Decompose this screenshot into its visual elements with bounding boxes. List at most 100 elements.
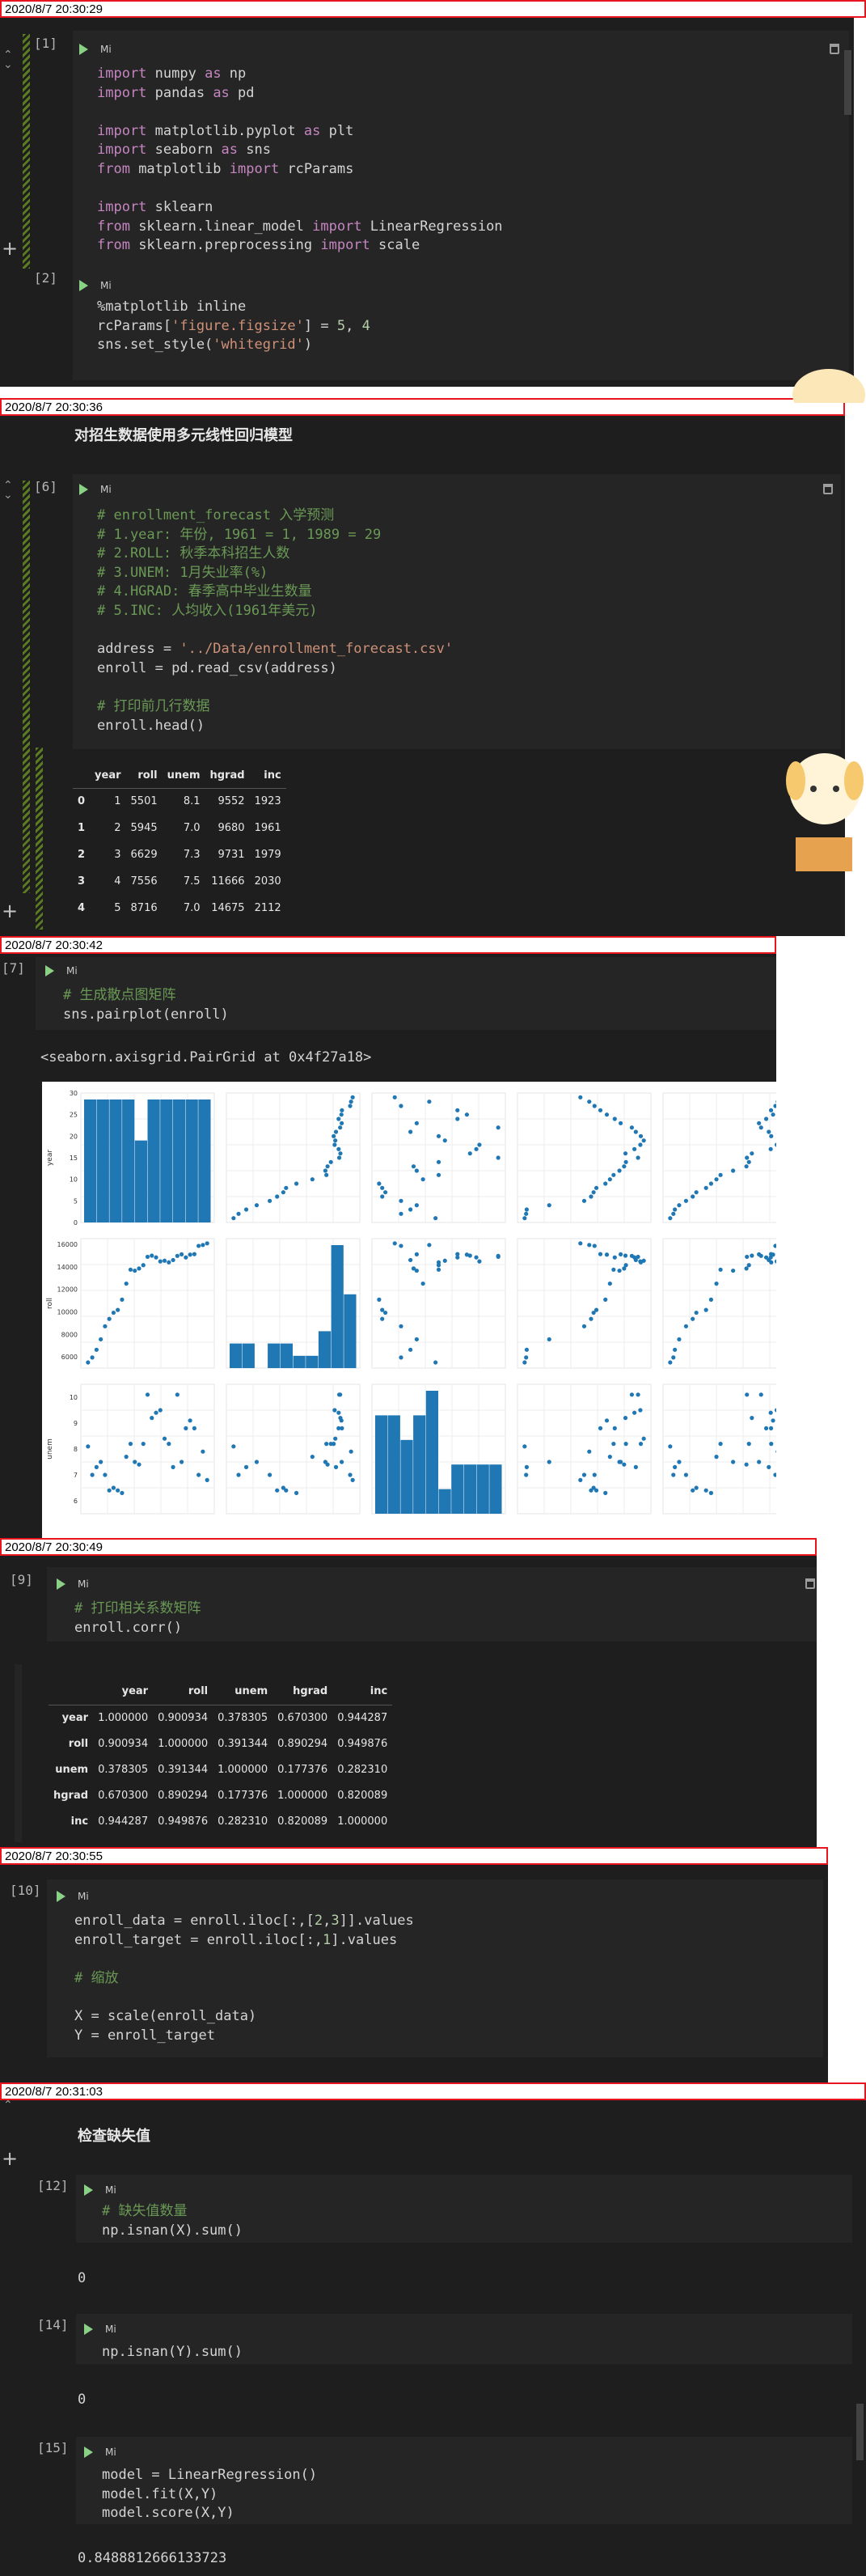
- code-editor[interactable]: import numpy as np import pandas as pd i…: [97, 65, 503, 256]
- scatter-point: [768, 1252, 774, 1256]
- column-header: unem: [234, 1685, 268, 1698]
- run-cell-icon[interactable]: [84, 2324, 93, 2335]
- table-cell: 0.378305: [218, 1711, 268, 1724]
- run-cell-icon[interactable]: [79, 44, 88, 55]
- chevron-down-icon[interactable]: ⌄: [3, 59, 13, 70]
- scatter-point: [758, 1125, 763, 1130]
- add-cell-icon[interactable]: +: [2, 2149, 18, 2168]
- column-header: hgrad: [209, 769, 245, 782]
- scatter-point: [547, 1460, 551, 1464]
- scatter-point: [310, 1455, 315, 1460]
- scatter-point: [333, 1129, 339, 1134]
- code-editor[interactable]: enroll_data = enroll.iloc[:,[2,3]].value…: [74, 1912, 414, 2045]
- table-cell: 0.890294: [158, 1789, 209, 1802]
- scatter-point: [154, 1410, 158, 1415]
- table-row: roll 0.900934 1.000000 0.391344 0.890294 0.94…: [49, 1731, 392, 1756]
- scatter-point: [708, 1297, 713, 1302]
- table-cell: 7.5: [183, 875, 201, 888]
- scrollbar[interactable]: [856, 2404, 864, 2460]
- row-index: inc: [70, 1815, 89, 1828]
- pairplot-panel: [371, 1092, 506, 1223]
- scatter-point: [128, 1267, 133, 1272]
- scatter-point: [414, 1252, 419, 1256]
- scatter-point: [638, 1133, 644, 1138]
- table-cell: 0.949876: [337, 1737, 388, 1750]
- scatter-point: [750, 1416, 754, 1421]
- cell-output: 0: [78, 2270, 87, 2286]
- run-cell-icon[interactable]: [45, 965, 54, 977]
- table-cell: 0.900934: [98, 1737, 149, 1750]
- scatter-point: [392, 1095, 397, 1099]
- scatter-point: [744, 1266, 749, 1271]
- scatter-point: [111, 1310, 116, 1316]
- table-cell: 9552: [218, 795, 245, 808]
- run-cell-icon[interactable]: [79, 484, 88, 495]
- add-cell-icon[interactable]: +: [2, 901, 18, 921]
- y-tick-label: 10000: [57, 1308, 78, 1316]
- run-cell-icon[interactable]: [79, 280, 88, 291]
- scatter-point: [587, 1243, 592, 1248]
- run-cell-icon[interactable]: [57, 1891, 65, 1902]
- scatter-point: [744, 1462, 749, 1467]
- run-cell-icon[interactable]: [84, 2447, 93, 2458]
- scatter-point: [618, 1252, 623, 1256]
- histogram-bar: [463, 1464, 477, 1514]
- scatter-point: [436, 1267, 441, 1272]
- scatter-point: [694, 1485, 699, 1490]
- scatter-point: [284, 1185, 289, 1190]
- chevron-up-icon[interactable]: ⌃: [3, 2100, 13, 2111]
- scatter-point: [636, 1155, 640, 1160]
- run-cell-icon[interactable]: [57, 1578, 65, 1590]
- scatter-point: [622, 1462, 627, 1467]
- scatter-point: [604, 1112, 610, 1117]
- chevron-down-icon[interactable]: ⌄: [3, 489, 13, 501]
- scatter-point: [455, 1116, 460, 1121]
- scatter-point: [718, 1267, 723, 1272]
- scatter-point: [325, 1164, 330, 1169]
- scatter-point: [323, 1168, 327, 1173]
- table-cell: 0.391344: [218, 1737, 268, 1750]
- code-editor[interactable]: %matplotlib inline rcParams['figure.figs…: [97, 298, 370, 355]
- histogram-bar: [400, 1439, 413, 1514]
- delete-cell-icon[interactable]: [823, 484, 833, 494]
- delete-cell-icon[interactable]: [805, 1578, 815, 1589]
- code-editor[interactable]: # enrollment_forecast 入学预测 # 1.year: 年份,…: [97, 506, 453, 735]
- timestamp-bar: 2020/8/7 20:30:49: [0, 1538, 817, 1556]
- scatter-point: [436, 1133, 441, 1138]
- code-editor[interactable]: model = LinearRegression() model.fit(X,Y…: [102, 2466, 317, 2523]
- scatter-point: [671, 1355, 676, 1360]
- table-cell: 1: [114, 795, 121, 808]
- y-tick-label: 25: [70, 1112, 78, 1119]
- table-row: 1 2 5945 7.0 9680 1961: [73, 815, 286, 841]
- scatter-point: [348, 1104, 353, 1108]
- scrollbar[interactable]: [844, 50, 851, 115]
- scatter-point: [633, 1129, 638, 1134]
- code-editor[interactable]: # 打印相关系数矩阵 enroll.corr(): [74, 1599, 201, 1638]
- add-cell-icon[interactable]: +: [2, 239, 18, 258]
- scatter-point: [340, 1108, 344, 1112]
- notebook-panel-3: [7] Mi # 生成散点图矩阵 sns.pairplot(enroll) <s…: [0, 954, 776, 1538]
- scatter-point: [607, 1177, 612, 1182]
- table-cell: 0.391344: [158, 1763, 209, 1776]
- scatter-point: [708, 1181, 713, 1186]
- scatter-point: [380, 1194, 385, 1199]
- code-editor[interactable]: # 生成散点图矩阵 sns.pairplot(enroll): [63, 986, 229, 1024]
- scatter-point: [641, 1436, 646, 1441]
- scatter-point: [414, 1203, 419, 1208]
- scatter-point: [145, 1254, 150, 1260]
- scatter-point: [524, 1355, 529, 1360]
- scatter-point: [746, 1159, 751, 1164]
- row-index: roll: [68, 1737, 89, 1750]
- scatter-point: [433, 1360, 438, 1365]
- delete-cell-icon[interactable]: [830, 44, 839, 54]
- scatter-point: [771, 1112, 775, 1117]
- scatter-point: [188, 1418, 192, 1423]
- code-editor[interactable]: np.isnan(Y).sum(): [102, 2343, 243, 2362]
- row-index: 0: [78, 795, 86, 808]
- scatter-point: [763, 1255, 769, 1260]
- code-editor[interactable]: # 缺失值数量 np.isnan(X).sum(): [102, 2202, 243, 2240]
- scatter-point: [612, 1255, 617, 1260]
- run-cell-icon[interactable]: [84, 2184, 93, 2196]
- scatter-point: [594, 1488, 599, 1493]
- scatter-point: [638, 1442, 644, 1447]
